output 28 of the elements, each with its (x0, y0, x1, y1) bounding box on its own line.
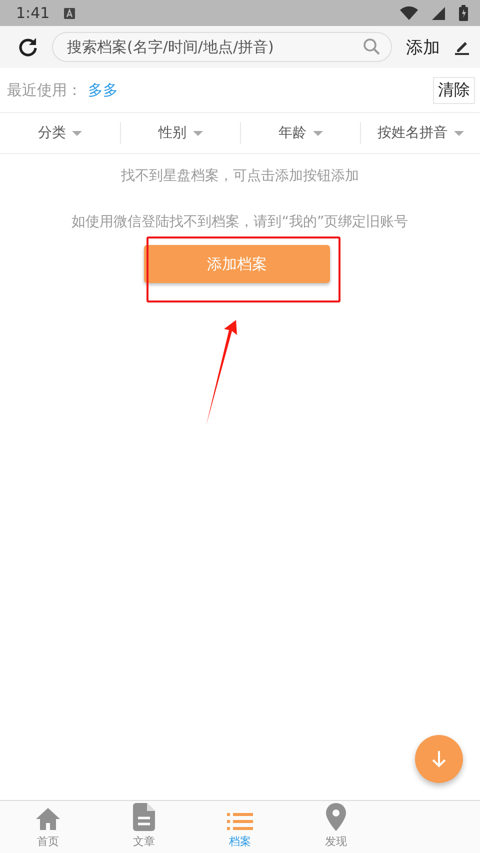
location-pin-icon (326, 803, 346, 831)
home-icon (35, 807, 61, 831)
clear-button[interactable]: 清除 (433, 76, 475, 104)
refresh-icon[interactable] (18, 37, 38, 57)
filter-dropdown[interactable]: 性别 (120, 122, 240, 144)
search-field[interactable]: 搜索档案(名字/时间/地点/拼音) (52, 32, 392, 62)
dropdown-caret-icon (312, 130, 322, 136)
hint-message: 如使用微信登陆找不到档案，请到“我的”页绑定旧账号 (70, 213, 410, 231)
dropdown-caret-icon (454, 130, 464, 136)
recent-label: 最近使用： (7, 80, 82, 100)
dropdown-caret-icon (192, 130, 202, 136)
edit-icon[interactable] (454, 39, 470, 55)
empty-message: 找不到星盘档案，可点击添加按钮添加 (120, 167, 360, 185)
down-arrow-icon (431, 750, 447, 768)
list-icon (227, 811, 253, 831)
search-icon (363, 38, 380, 55)
battery-icon (459, 5, 468, 21)
nav-tab[interactable]: 文章 (96, 801, 192, 853)
wifi-icon (400, 6, 418, 20)
signal-icon (432, 6, 445, 20)
notification-icon (64, 8, 75, 18)
filter-dropdown[interactable]: 分类 (0, 122, 120, 144)
filter-dropdown[interactable]: 按姓名拼音 (360, 122, 480, 144)
document-icon (133, 803, 155, 831)
status-time: 1:41 (16, 4, 50, 22)
dropdown-caret-icon (72, 130, 82, 136)
add-button[interactable]: 添加 (406, 36, 440, 58)
filter-dropdown[interactable]: 年龄 (240, 122, 360, 144)
